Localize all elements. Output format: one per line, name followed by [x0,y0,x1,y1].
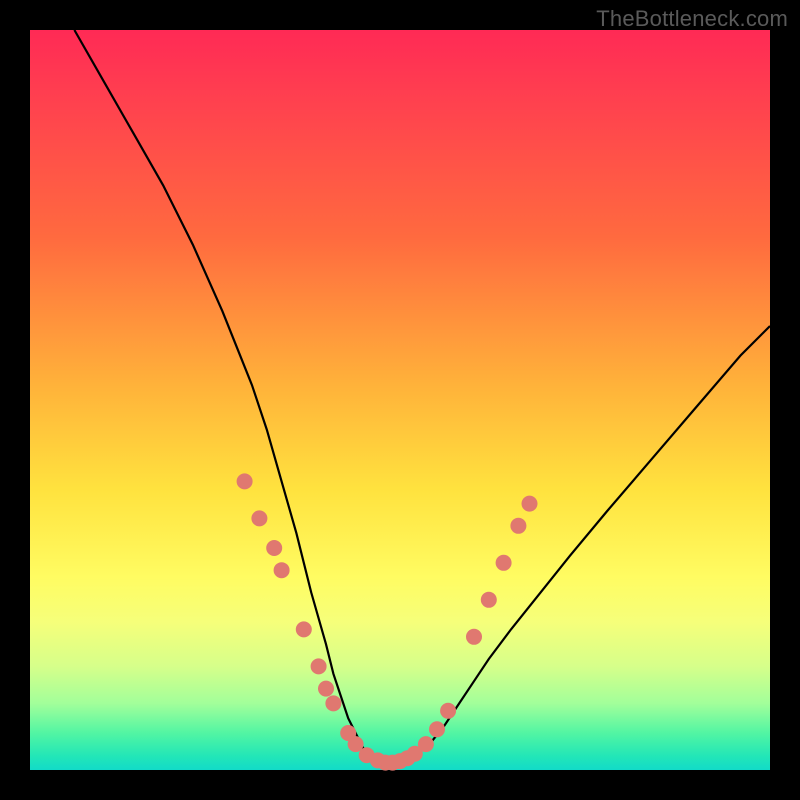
curve-marker [496,555,512,571]
curve-marker [311,658,327,674]
watermark-text: TheBottleneck.com [596,6,788,32]
bottleneck-curve [74,30,770,763]
curve-svg [30,30,770,770]
curve-marker [266,540,282,556]
chart-frame: TheBottleneck.com [0,0,800,800]
curve-marker [418,736,434,752]
curve-marker [522,496,538,512]
curve-marker [466,629,482,645]
curve-marker [318,681,334,697]
curve-marker [325,695,341,711]
curve-marker [274,562,290,578]
curve-marker [440,703,456,719]
plot-area [30,30,770,770]
curve-marker [251,510,267,526]
curve-marker [237,473,253,489]
curve-markers [237,473,538,770]
curve-marker [296,621,312,637]
curve-marker [510,518,526,534]
curve-marker [481,592,497,608]
curve-marker [429,721,445,737]
